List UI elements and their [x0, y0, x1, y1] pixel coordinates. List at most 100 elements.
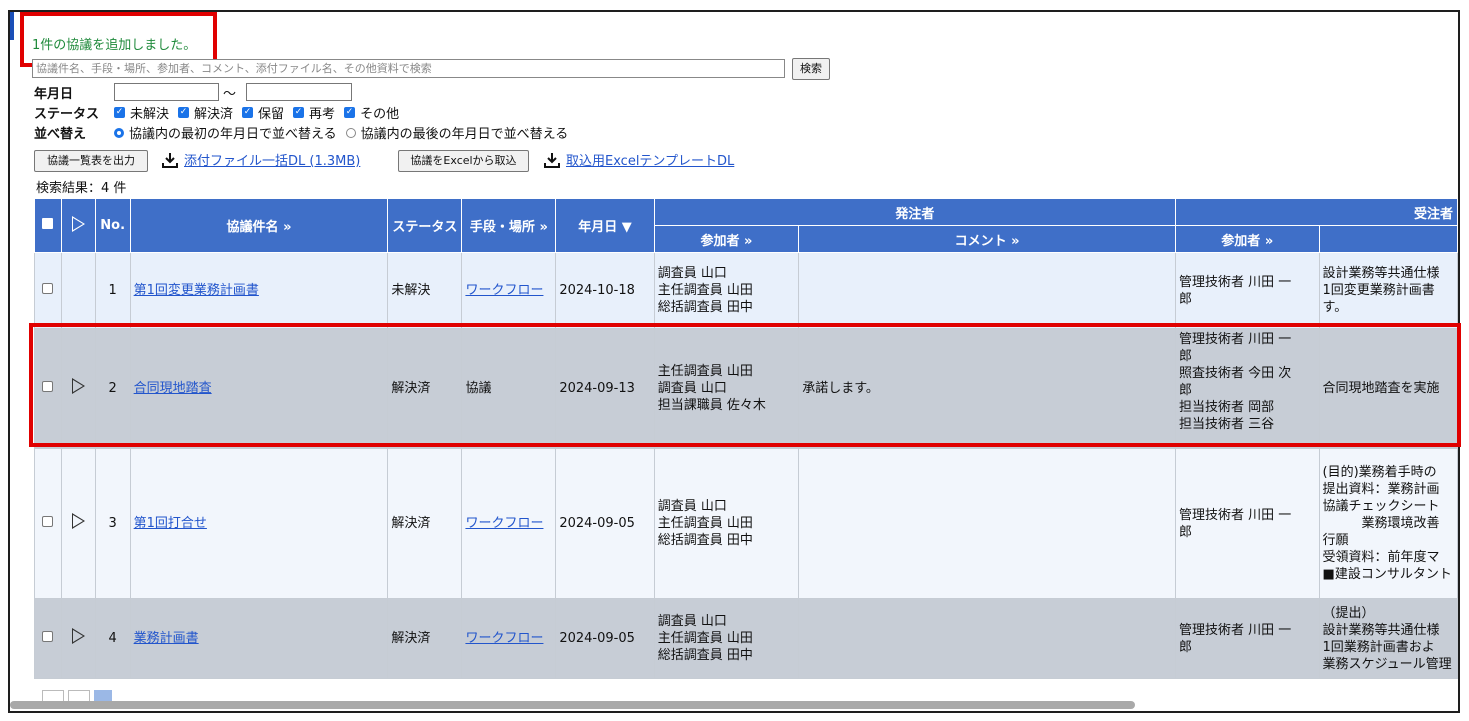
- status-option-label: その他: [360, 107, 400, 122]
- row-title-cell: 第1回変更業務計画書: [129, 252, 389, 329]
- table-row[interactable]: 2 合同現地踏査 解決済 協議 2024-09-13 主任調査員 山田 調査員 …: [34, 328, 1458, 449]
- col-place-more[interactable]: »: [539, 220, 547, 235]
- row-contractor-participants: 管理技術者 川田 一 郎: [1174, 448, 1320, 599]
- sort-option-label: 協議内の最後の年月日で並べ替える: [360, 127, 569, 142]
- row-place-link[interactable]: ワークフロー: [465, 283, 543, 298]
- col-status-label: ステータス: [392, 220, 458, 235]
- expand-triangle-icon[interactable]: [71, 628, 85, 644]
- table-row[interactable]: 1 第1回変更業務計画書 未解決 ワークフロー 2024-10-18 調査員 山…: [34, 252, 1458, 329]
- date-to-field[interactable]: [246, 83, 352, 101]
- row-contractor-comment: 合同現地踏査を実施: [1318, 328, 1458, 449]
- col-client-comment-label: コメント: [954, 233, 1007, 249]
- row-contractor-participants: 管理技術者 川田 一 郎: [1174, 598, 1320, 679]
- col-client-participants-label: 参加者: [700, 233, 740, 249]
- row-checkbox[interactable]: [42, 283, 54, 294]
- table-row[interactable]: 3 第1回打合せ 解決済 ワークフロー 2024-09-05 調査員 山口 主任…: [34, 448, 1458, 599]
- select-all-header[interactable]: [34, 198, 62, 253]
- row-date: 2024-09-05: [555, 598, 655, 679]
- row-client-participants: 調査員 山口 主任調査員 山田 総括調査員 田中: [653, 252, 800, 329]
- export-list-button[interactable]: 協議一覧表を出力: [34, 150, 148, 172]
- row-no: 3: [94, 448, 131, 599]
- row-contractor-comment: （提出） 設計業務等共通仕様 1回業務計画書およ 業務スケジュール管理: [1318, 598, 1458, 679]
- expand-triangle-icon[interactable]: [71, 378, 85, 394]
- row-expand-cell[interactable]: [60, 328, 96, 449]
- import-excel-button[interactable]: 協議をExcelから取込: [398, 150, 529, 172]
- expand-triangle-icon[interactable]: [71, 215, 85, 232]
- date-label: 年月日: [34, 87, 74, 102]
- row-status: 未解決: [387, 252, 463, 329]
- col-contractor-participants-more[interactable]: »: [1265, 234, 1273, 249]
- col-contractor-participants[interactable]: 参加者 »: [1174, 225, 1320, 253]
- horizontal-scrollbar[interactable]: [10, 701, 1135, 709]
- select-all-checkbox[interactable]: [42, 218, 54, 229]
- col-contractor-comment: [1318, 225, 1458, 253]
- row-no: 2: [94, 328, 131, 449]
- sort-label: 並べ替え: [34, 127, 87, 142]
- template-download-link[interactable]: 取込用ExcelテンプレートDL: [544, 150, 734, 169]
- row-title-link[interactable]: 第1回打合せ: [134, 516, 207, 531]
- status-option-label: 解決済: [194, 107, 234, 122]
- row-checkbox-cell[interactable]: [34, 448, 62, 599]
- row-checkbox-cell[interactable]: [34, 328, 62, 449]
- col-date[interactable]: 年月日 ▼: [555, 198, 655, 253]
- sort-radio-first[interactable]: [114, 127, 124, 138]
- table-row[interactable]: 4 業務計画書 解決済 ワークフロー 2024-09-05 調査員 山口 主任調…: [34, 598, 1458, 679]
- bulk-download-link[interactable]: 添付ファイル一括DL (1.3MB): [162, 150, 360, 169]
- row-checkbox[interactable]: [42, 516, 54, 527]
- row-client-comment: [798, 448, 1176, 599]
- sort-radio-last[interactable]: [345, 127, 356, 138]
- row-checkbox[interactable]: [42, 381, 54, 392]
- col-client-comment-more[interactable]: »: [1011, 234, 1019, 249]
- status-checkbox-other[interactable]: ✓: [344, 107, 356, 118]
- bulk-download-label: 添付ファイル一括DL (1.3MB): [184, 154, 361, 169]
- status-checkbox-hold[interactable]: ✓: [242, 107, 254, 118]
- col-client-participants[interactable]: 参加者 »: [653, 225, 800, 253]
- row-checkbox-cell[interactable]: [34, 598, 62, 679]
- row-place-link[interactable]: ワークフロー: [465, 631, 543, 646]
- col-client-comment[interactable]: コメント »: [798, 225, 1176, 253]
- expand-triangle-icon[interactable]: [71, 513, 85, 529]
- search-input[interactable]: 協議件名、手段・場所、参加者、コメント、添付ファイル名、その他資料で検索: [32, 59, 785, 78]
- row-client-participants: 調査員 山口 主任調査員 山田 総括調査員 田中: [653, 448, 800, 599]
- status-label: ステータス: [34, 107, 100, 122]
- row-title-link[interactable]: 合同現地踏査: [134, 381, 212, 396]
- status-checkbox-unresolved[interactable]: ✓: [114, 107, 125, 118]
- sort-option-group: 協議内の最初の年月日で並べ替える 協議内の最後の年月日で並べ替える: [114, 123, 568, 142]
- status-filter-group: ✓ 未解決 ✓ 解決済 ✓ 保留 ✓ 再考 ✓ その他: [114, 103, 399, 122]
- row-title-link[interactable]: 業務計画書: [134, 631, 199, 646]
- row-contractor-comment: 設計業務等共通仕様 1回変更業務計画書 す。: [1318, 252, 1458, 329]
- search-button[interactable]: 検索: [792, 58, 830, 80]
- status-checkbox-resolved[interactable]: ✓: [178, 107, 190, 118]
- row-client-comment: [798, 252, 1176, 329]
- row-client-comment: 承諾します。: [798, 328, 1176, 449]
- col-title[interactable]: 協議件名 »: [129, 198, 389, 253]
- col-no-label: No.: [100, 218, 126, 233]
- row-checkbox-cell[interactable]: [34, 252, 62, 329]
- date-tilde: ～: [223, 83, 236, 102]
- status-option-label: 保留: [258, 107, 285, 122]
- col-contractor-group: 受注者: [1174, 198, 1458, 226]
- status-checkbox-reconsider[interactable]: ✓: [293, 107, 305, 118]
- status-option-label: 再考: [309, 107, 336, 122]
- row-place-link[interactable]: ワークフロー: [465, 516, 543, 531]
- col-title-more[interactable]: »: [283, 220, 291, 235]
- row-expand-cell[interactable]: [60, 448, 96, 599]
- row-date: 2024-10-18: [555, 252, 655, 329]
- row-status: 解決済: [387, 448, 463, 599]
- row-title-link[interactable]: 第1回変更業務計画書: [134, 283, 259, 298]
- date-from-field[interactable]: [114, 83, 219, 101]
- search-placeholder: 協議件名、手段・場所、参加者、コメント、添付ファイル名、その他資料で検索: [36, 62, 432, 75]
- row-checkbox[interactable]: [42, 631, 54, 642]
- status-option-label: 未解決: [130, 107, 170, 122]
- template-download-label: 取込用ExcelテンプレートDL: [566, 154, 735, 169]
- row-title-cell: 第1回打合せ: [129, 448, 389, 599]
- left-accent-strip: [10, 12, 14, 40]
- col-status: ステータス: [387, 198, 463, 253]
- col-place[interactable]: 手段・場所 »: [461, 198, 557, 253]
- row-expand-cell[interactable]: [60, 598, 96, 679]
- col-client-participants-more[interactable]: »: [744, 234, 752, 249]
- tilde-text: ～: [223, 87, 237, 102]
- col-date-label: 年月日 ▼: [578, 220, 632, 235]
- expand-all-header[interactable]: [60, 198, 96, 253]
- row-contractor-comment: (目的)業務着手時の 提出資料：業務計画 協議チェックシート 業務環境改善 行願…: [1318, 448, 1458, 599]
